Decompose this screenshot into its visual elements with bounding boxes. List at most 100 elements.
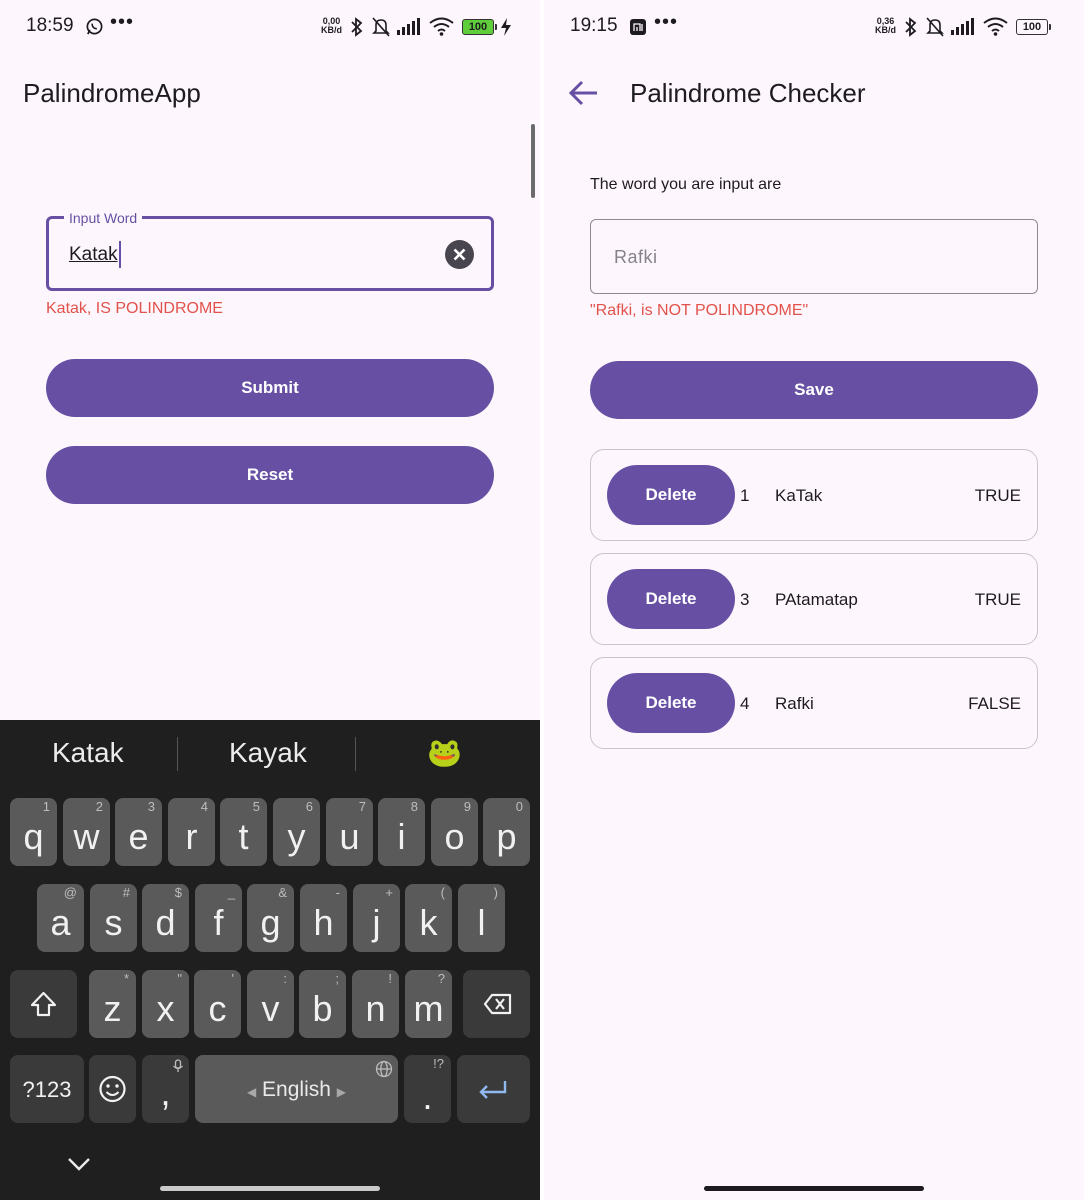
gesture-bar[interactable] xyxy=(160,1186,380,1191)
key-hint: 4 xyxy=(200,799,208,814)
item-id: 4 xyxy=(740,694,750,713)
key-label: t xyxy=(238,816,249,857)
mute-icon xyxy=(926,17,944,37)
scrollbar[interactable] xyxy=(531,124,535,198)
key-v[interactable]: :v xyxy=(247,970,294,1038)
data-rate: 0,36 KB/d xyxy=(875,16,896,35)
key-s[interactable]: # s xyxy=(90,884,137,952)
key-label: x xyxy=(156,988,175,1029)
status-bar: 18:59 ••• 0,00 KB/d 100 xyxy=(0,0,540,54)
key-label: s xyxy=(104,902,123,943)
hide-keyboard-chevron-icon[interactable] xyxy=(66,1156,92,1172)
delete-button[interactable]: Delete xyxy=(607,569,735,629)
list-item: Delete 3 PAtamatap TRUE xyxy=(590,553,1038,645)
key-e[interactable]: 3e xyxy=(115,798,162,866)
page-title: Palindrome Checker xyxy=(630,78,866,108)
key-w[interactable]: 2w xyxy=(63,798,110,866)
key-h[interactable]: -h xyxy=(300,884,347,952)
key-label: e xyxy=(128,816,149,857)
key-label: z xyxy=(103,988,122,1029)
key-hint: $ xyxy=(174,885,182,900)
key-label: k xyxy=(419,902,438,943)
key-m[interactable]: ? m xyxy=(405,970,452,1038)
whatsapp-icon xyxy=(86,18,103,35)
key-z[interactable]: * z xyxy=(89,970,136,1038)
gesture-bar[interactable] xyxy=(704,1186,924,1191)
key-u[interactable]: 7u xyxy=(326,798,373,866)
suggestion-2[interactable]: Kayak xyxy=(229,737,307,769)
key-label: y xyxy=(287,816,306,857)
key-label: n xyxy=(365,988,386,1029)
delete-button[interactable]: Delete xyxy=(607,465,735,525)
key-hint: + xyxy=(385,885,393,900)
item-word: PAtamatap xyxy=(775,590,858,609)
key-n[interactable]: ! n xyxy=(352,970,399,1038)
key-a[interactable]: @ a xyxy=(37,884,84,952)
key-label: u xyxy=(339,816,360,857)
key-label: m xyxy=(413,988,444,1029)
microphone-icon xyxy=(173,1059,183,1072)
signal-icon xyxy=(397,18,420,35)
key-p[interactable]: 0p xyxy=(483,798,530,866)
text-cursor xyxy=(119,241,121,268)
key-i[interactable]: 8i xyxy=(378,798,425,866)
key-o[interactable]: 9o xyxy=(431,798,478,866)
key-hint: ( xyxy=(440,885,445,900)
key-b[interactable]: ; b xyxy=(299,970,346,1038)
input-prompt-label: The word you are input are xyxy=(590,176,782,193)
key-q[interactable]: 1q xyxy=(10,798,57,866)
delete-button[interactable]: Delete xyxy=(607,673,735,733)
key-f[interactable]: _ f xyxy=(195,884,242,952)
palindrome-result-text: Katak, IS POLINDROME xyxy=(46,300,223,317)
key-hint: 0 xyxy=(515,799,523,814)
input-word-value[interactable]: Katak xyxy=(69,244,118,266)
key-label: f xyxy=(213,902,224,943)
shift-key[interactable] xyxy=(10,970,77,1038)
clear-input-button[interactable] xyxy=(445,240,474,269)
key-c[interactable]: ' c xyxy=(194,970,241,1038)
key-g[interactable]: & g xyxy=(247,884,294,952)
key-hint: : xyxy=(283,971,287,986)
backspace-key[interactable] xyxy=(463,970,530,1038)
charging-icon xyxy=(501,18,511,36)
period-key[interactable]: !? . xyxy=(404,1055,451,1123)
submit-button[interactable]: Submit xyxy=(46,359,494,417)
comma-key[interactable]: , xyxy=(142,1055,189,1123)
emoji-key[interactable] xyxy=(89,1055,136,1123)
signal-icon xyxy=(951,18,974,35)
chevron-right-icon: ▶ xyxy=(336,1085,347,1099)
app-title: PalindromeApp xyxy=(23,78,201,108)
key-j[interactable]: + j xyxy=(353,884,400,952)
key-hint: ' xyxy=(231,971,234,986)
key-t[interactable]: 5t xyxy=(220,798,267,866)
back-arrow-icon[interactable] xyxy=(568,78,600,108)
key-k[interactable]: (k xyxy=(405,884,452,952)
item-result: TRUE xyxy=(974,486,1021,505)
palindrome-app-screen: 18:59 ••• 0,00 KB/d 100 PalindromeApp In… xyxy=(0,0,540,1200)
enter-key[interactable] xyxy=(457,1055,530,1123)
item-result: TRUE xyxy=(974,590,1021,609)
key-hint: - xyxy=(335,885,340,900)
key-y[interactable]: 6y xyxy=(273,798,320,866)
more-notifications-icon: ••• xyxy=(110,11,135,33)
enter-icon xyxy=(479,1081,507,1099)
reset-button[interactable]: Reset xyxy=(46,446,494,504)
save-button[interactable]: Save xyxy=(590,361,1038,419)
key-label: o xyxy=(444,816,465,857)
key-x[interactable]: " x xyxy=(142,970,189,1038)
battery-indicator: 100 xyxy=(462,19,497,35)
key-hint: 1 xyxy=(42,799,50,814)
key-l[interactable]: ) l xyxy=(458,884,505,952)
symbols-key[interactable]: ?123 xyxy=(10,1055,84,1123)
key-hint: 9 xyxy=(463,799,471,814)
space-bar[interactable]: ◀ English ▶ xyxy=(195,1055,398,1123)
key-hint: 8 xyxy=(410,799,418,814)
key-label: v xyxy=(261,988,280,1029)
suggestion-1[interactable]: Katak xyxy=(52,737,124,769)
key-label: j xyxy=(372,902,381,943)
key-hint: 7 xyxy=(358,799,366,814)
frog-emoji-suggestion[interactable]: 🐸 xyxy=(427,736,462,769)
input-word-label: Input Word xyxy=(64,210,143,226)
key-d[interactable]: $ d xyxy=(142,884,189,952)
key-r[interactable]: 4r xyxy=(168,798,215,866)
